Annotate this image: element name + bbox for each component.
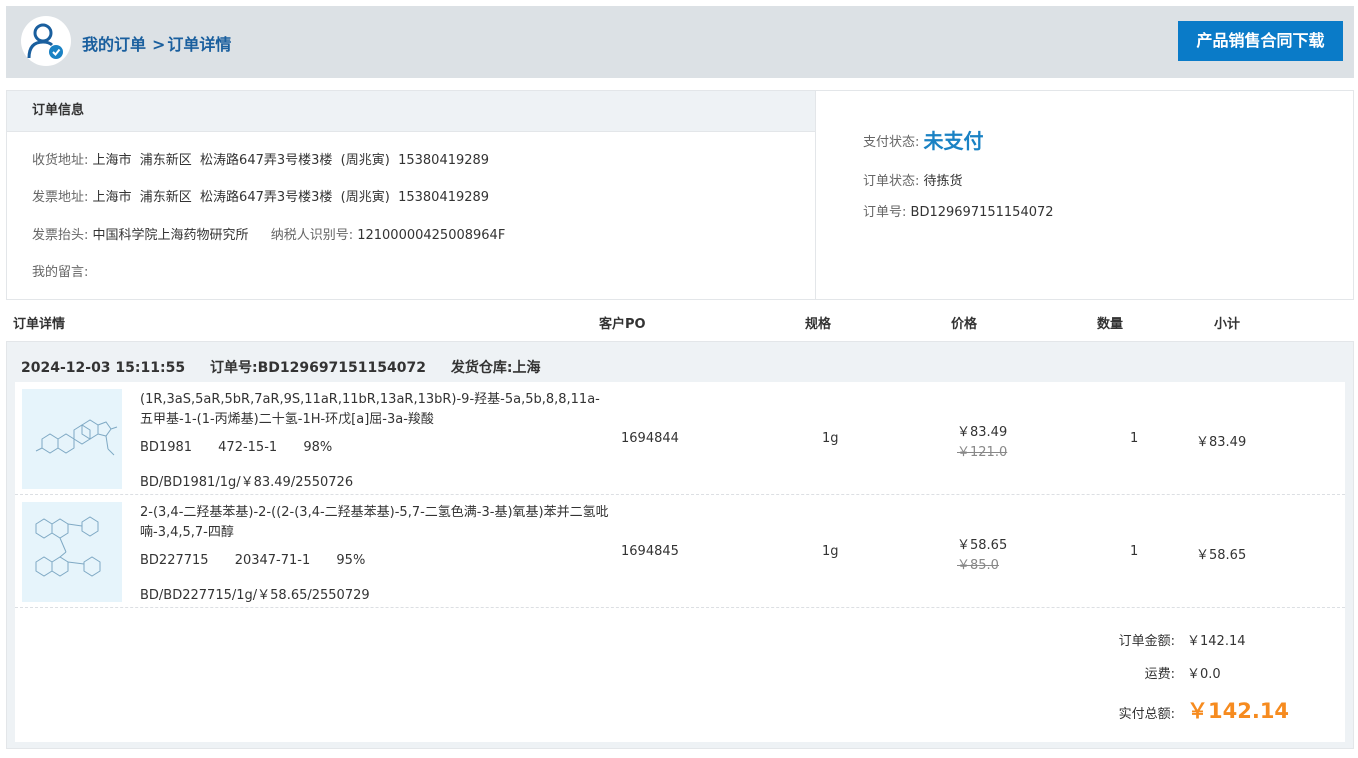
product-meta: BD227715 20347-71-1 95%	[140, 553, 387, 568]
order-number-value: BD129697151154072	[910, 205, 1054, 220]
product-sku: BD/BD1981/1g/￥83.49/2550726	[140, 475, 354, 490]
product-name[interactable]: (1R,3aS,5aR,5bR,7aR,9S,11aR,11bR,13aR,13…	[140, 390, 610, 430]
order-item-row: 2-(3,4-二羟基苯基)-2-((2-(3,4-二羟基苯基)-5,7-二氢色满…	[15, 495, 1345, 608]
breadcrumb: 我的订单 > 订单详情	[82, 31, 231, 55]
shipping-address-value: 上海市 浦东新区 松涛路647弄3号楼3楼 (周兆寅) 15380419289	[92, 153, 490, 168]
product-code: BD1981	[140, 440, 193, 455]
col-subtotal: 小计	[1214, 317, 1241, 332]
order-status: 订单状态: 待拣货	[863, 170, 963, 189]
summary-shipping-value: ￥0.0	[1187, 667, 1221, 682]
item-original-price: ￥121.0	[957, 445, 1008, 460]
summary-total-value: ￥142.14	[1187, 699, 1290, 723]
table-header: 订单详情 客户PO 规格 价格 数量 小计	[0, 313, 1358, 332]
item-subtotal: ￥58.65	[1196, 548, 1247, 563]
item-qty: 1	[1130, 544, 1139, 559]
shipping-address-label: 收货地址:	[32, 153, 89, 168]
order-no: BD129697151154072	[257, 360, 426, 376]
order-status-label: 订单状态:	[863, 174, 920, 189]
item-qty: 1	[1130, 431, 1139, 446]
payment-status-label: 支付状态:	[863, 135, 920, 150]
user-avatar-icon	[21, 16, 71, 66]
shipping-address: 收货地址: 上海市 浦东新区 松涛路647弄3号楼3楼 (周兆寅) 153804…	[32, 149, 489, 168]
product-purity: 98%	[303, 440, 333, 455]
breadcrumb-my-orders[interactable]: 我的订单	[82, 35, 146, 54]
product-cas: 472-15-1	[218, 440, 278, 455]
product-sku: BD/BD227715/1g/￥58.65/2550729	[140, 588, 370, 603]
invoice-address-label: 发票地址:	[32, 190, 89, 205]
invoice-title-value: 中国科学院上海药物研究所	[92, 228, 249, 243]
molecule-icon	[35, 516, 101, 577]
summary-amount-value: ￥142.14	[1187, 634, 1246, 649]
col-price: 价格	[951, 317, 978, 332]
order-info-title: 订单信息	[7, 91, 815, 132]
order-block-header: 2024-12-03 15:11:55 订单号:BD12969715115407…	[21, 357, 560, 377]
warehouse-label: 发货仓库:	[450, 360, 513, 376]
col-po: 客户PO	[599, 317, 646, 332]
customer-message: 我的留言:	[32, 261, 88, 280]
invoice-title: 发票抬头: 中国科学院上海药物研究所 纳税人识别号: 1210000042500…	[32, 224, 505, 243]
order-item-row: (1R,3aS,5aR,5bR,7aR,9S,11aR,11bR,13aR,13…	[15, 382, 1345, 495]
breadcrumb-separator: >	[152, 35, 166, 54]
order-info-panel: 订单信息 收货地址: 上海市 浦东新区 松涛路647弄3号楼3楼 (周兆寅) 1…	[6, 90, 1354, 300]
product-structure-image[interactable]	[22, 389, 122, 489]
molecule-icon	[35, 419, 118, 456]
order-number-label: 订单号:	[863, 205, 907, 220]
item-spec: 1g	[822, 431, 839, 446]
page-header: 我的订单 > 订单详情 产品销售合同下载	[6, 6, 1354, 78]
invoice-title-label: 发票抬头:	[32, 228, 89, 243]
payment-status-value: 未支付	[923, 129, 984, 153]
breadcrumb-order-detail: 订单详情	[167, 35, 232, 54]
item-original-price: ￥85.0	[957, 558, 999, 573]
summary-shipping-label: 运费:	[1144, 667, 1175, 682]
order-block: 2024-12-03 15:11:55 订单号:BD12969715115407…	[6, 341, 1354, 749]
tax-id-value: 12100000425008964F	[357, 228, 506, 243]
payment-status: 支付状态: 未支付	[863, 125, 984, 154]
order-no-label: 订单号:	[209, 360, 258, 376]
col-spec: 规格	[805, 317, 832, 332]
invoice-address-value: 上海市 浦东新区 松涛路647弄3号楼3楼 (周兆寅) 15380419289	[92, 190, 490, 205]
summary-total: 实付总额: ￥142.14	[15, 695, 1345, 725]
col-qty: 数量	[1097, 317, 1124, 332]
order-info-left: 订单信息 收货地址: 上海市 浦东新区 松涛路647弄3号楼3楼 (周兆寅) 1…	[7, 91, 816, 299]
tax-id-label: 纳税人识别号:	[270, 228, 354, 243]
item-po: 1694844	[621, 431, 679, 446]
order-number: 订单号: BD129697151154072	[863, 201, 1054, 220]
order-datetime: 2024-12-03 15:11:55	[21, 360, 186, 376]
order-items: (1R,3aS,5aR,5bR,7aR,9S,11aR,11bR,13aR,13…	[15, 382, 1345, 742]
item-subtotal: ￥83.49	[1196, 435, 1247, 450]
order-status-value: 待拣货	[923, 174, 963, 189]
product-cas: 20347-71-1	[234, 553, 311, 568]
warehouse: 上海	[512, 360, 541, 376]
product-purity: 95%	[336, 553, 366, 568]
summary-amount-label: 订单金额:	[1118, 634, 1175, 649]
product-structure-image[interactable]	[22, 502, 122, 602]
item-spec: 1g	[822, 544, 839, 559]
item-price: ￥83.49	[957, 425, 1008, 440]
summary-total-label: 实付总额:	[1118, 707, 1175, 722]
download-contract-button[interactable]: 产品销售合同下载	[1178, 21, 1343, 61]
product-name[interactable]: 2-(3,4-二羟基苯基)-2-((2-(3,4-二羟基苯基)-5,7-二氢色满…	[140, 503, 610, 543]
invoice-address: 发票地址: 上海市 浦东新区 松涛路647弄3号楼3楼 (周兆寅) 153804…	[32, 186, 489, 205]
item-price: ￥58.65	[957, 538, 1008, 553]
product-code: BD227715	[140, 553, 209, 568]
item-po: 1694845	[621, 544, 679, 559]
message-label: 我的留言:	[32, 265, 89, 280]
col-detail: 订单详情	[13, 317, 66, 332]
product-meta: BD1981 472-15-1 98%	[140, 440, 354, 455]
